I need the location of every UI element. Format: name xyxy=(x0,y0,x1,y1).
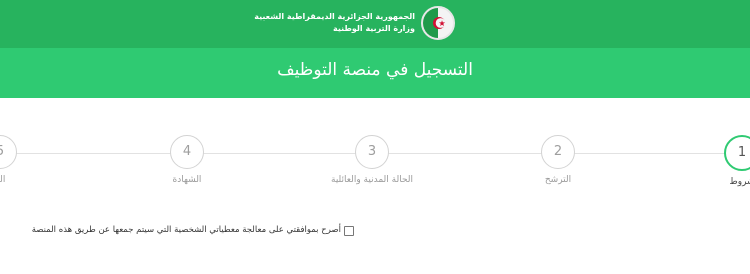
step-number: 1 xyxy=(724,135,750,171)
step-number: 4 xyxy=(170,135,204,169)
step-label: التأ xyxy=(0,175,6,185)
top-header-bar: الجمهورية الجزائرية الديمقراطية الشعبية … xyxy=(0,0,750,48)
consent-row: أصرح بموافقتي على معالجة معطياتي الشخصية… xyxy=(10,224,354,240)
step-label: شروط xyxy=(729,177,750,187)
consent-label[interactable]: أصرح بموافقتي على معالجة معطياتي الشخصية… xyxy=(32,225,341,235)
consent-checkbox[interactable] xyxy=(344,226,354,236)
republic-name: الجمهورية الجزائرية الديمقراطية الشعبية xyxy=(254,12,415,21)
step-number: 5 xyxy=(0,135,17,169)
step-2[interactable]: 2 الترشح xyxy=(498,135,618,185)
registration-stepper: 1 شروط 2 الترشح 3 الحالة المدنية والعائل… xyxy=(0,98,750,208)
page-title: التسجيل في منصة التوظيف xyxy=(277,60,473,80)
step-label: الحالة المدنية والعائلية xyxy=(331,175,413,185)
ministry-name: وزارة التربية الوطنية xyxy=(332,24,415,33)
step-number: 2 xyxy=(541,135,575,169)
step-number: 3 xyxy=(355,135,389,169)
step-4[interactable]: 4 الشهادة xyxy=(127,135,247,185)
page-title-bar: التسجيل في منصة التوظيف xyxy=(0,48,750,98)
step-label: الترشح xyxy=(544,175,572,185)
step-label: الشهادة xyxy=(172,175,202,185)
step-3[interactable]: 3 الحالة المدنية والعائلية xyxy=(312,135,432,185)
step-5[interactable]: 5 التأ xyxy=(0,135,60,185)
step-1[interactable]: 1 شروط xyxy=(682,135,750,187)
brand-text: الجمهورية الجزائرية الديمقراطية الشعبية … xyxy=(254,11,415,35)
algeria-flag-emblem-icon xyxy=(421,6,455,40)
ministry-brand: الجمهورية الجزائرية الديمقراطية الشعبية … xyxy=(254,6,460,42)
